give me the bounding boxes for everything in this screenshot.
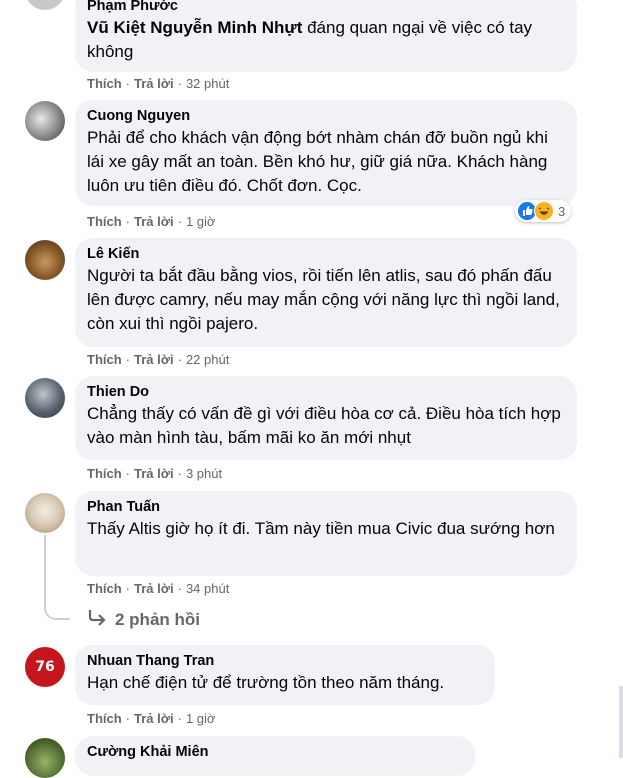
comment-text: Phải để cho khách vận động bớt nhàm chán… xyxy=(87,128,548,195)
reply-link[interactable]: Trả lời xyxy=(134,214,174,229)
reaction-summary[interactable]: 3 xyxy=(515,200,572,222)
comment-author[interactable]: Nhuan Thang Tran xyxy=(87,652,483,671)
comment-author[interactable]: Cuong Nguyen xyxy=(87,107,565,126)
comment-actions: Thích · Trả lời · 1 giờ xyxy=(87,711,216,726)
thread-line xyxy=(44,535,46,607)
avatar[interactable] xyxy=(25,493,65,533)
like-link[interactable]: Thích xyxy=(87,466,122,481)
comment-time[interactable]: 34 phút xyxy=(186,581,229,596)
like-link[interactable]: Thích xyxy=(87,352,122,367)
comment-bubble: Phan Tuấn Thấy Altis giờ họ ít đi. Tầm n… xyxy=(75,491,577,576)
comment-time[interactable]: 1 giờ xyxy=(186,214,216,229)
comment-actions: Thích · Trả lời · 34 phút xyxy=(87,581,230,596)
like-link[interactable]: Thích xyxy=(87,76,122,91)
reply-arrow-icon xyxy=(87,608,109,631)
comment-time[interactable]: 3 phút xyxy=(186,466,222,481)
comment-author[interactable]: Phan Tuấn xyxy=(87,498,565,517)
like-link[interactable]: Thích xyxy=(87,214,122,229)
comment-actions: Thích · Trả lời · 22 phút xyxy=(87,352,230,367)
comment-bubble: Cuong Nguyen Phải để cho khách vận động … xyxy=(75,100,577,206)
comment-text: Vũ Kiệt Nguyễn Minh Nhựt đáng quan ngại … xyxy=(87,16,565,64)
comment-actions: Thích · Trả lời · 32 phút xyxy=(87,76,230,91)
comment-bubble: Cường Khải Miên xyxy=(75,736,475,776)
reply-link[interactable]: Trả lời xyxy=(134,76,174,91)
reply-link[interactable]: Trả lời xyxy=(134,581,174,596)
scrollbar[interactable] xyxy=(619,686,623,758)
comment-text: Thấy Altis giờ họ ít đi. Tầm này tiền mu… xyxy=(87,519,555,538)
thread-connector xyxy=(44,606,70,620)
view-replies-button[interactable]: 2 phản hồi xyxy=(87,608,200,631)
mention-link[interactable]: Vũ Kiệt Nguyễn Minh Nhựt xyxy=(87,18,302,37)
comment-actions: Thích · Trả lời · 3 phút xyxy=(87,466,223,481)
comment-actions: Thích · Trả lời · 1 giờ xyxy=(87,214,216,229)
avatar-jersey-number: 76 xyxy=(35,659,55,675)
comment-author[interactable]: Thien Do xyxy=(87,383,565,402)
reply-link[interactable]: Trả lời xyxy=(134,466,174,481)
comment-bubble: Thien Do Chẳng thấy có vấn đề gì với điề… xyxy=(75,376,577,460)
comment-author[interactable]: Cường Khải Miên xyxy=(87,743,463,762)
comment-bubble: Nhuan Thang Tran Hạn chế điện tử để trườ… xyxy=(75,645,495,705)
avatar[interactable] xyxy=(25,101,65,141)
avatar[interactable] xyxy=(25,240,65,280)
reply-link[interactable]: Trả lời xyxy=(134,352,174,367)
comment-bubble: Phạm Phước Vũ Kiệt Nguyễn Minh Nhựt đáng… xyxy=(75,0,577,72)
reaction-count: 3 xyxy=(558,203,566,219)
avatar[interactable] xyxy=(25,378,65,418)
comment-text: Chẳng thấy có vấn đề gì với điều hòa cơ … xyxy=(87,404,561,447)
comment-time[interactable]: 32 phút xyxy=(186,76,229,91)
like-link[interactable]: Thích xyxy=(87,581,122,596)
comment-author[interactable]: Lê Kiến xyxy=(87,245,565,264)
avatar[interactable] xyxy=(25,738,65,778)
comment-text: Người ta bắt đầu bằng vios, rồi tiến lên… xyxy=(87,266,560,333)
comment-text: Hạn chế điện tử để trường tồn theo năm t… xyxy=(87,673,445,692)
avatar[interactable]: 76 xyxy=(25,647,65,687)
comment-author[interactable]: Phạm Phước xyxy=(87,0,565,16)
comment-time[interactable]: 22 phút xyxy=(186,352,229,367)
avatar[interactable] xyxy=(25,0,65,10)
like-link[interactable]: Thích xyxy=(87,711,122,726)
haha-reaction-icon xyxy=(534,201,554,221)
comment-time[interactable]: 1 giờ xyxy=(186,711,216,726)
reply-link[interactable]: Trả lời xyxy=(134,711,174,726)
replies-count: 2 phản hồi xyxy=(115,609,200,629)
comment-bubble: Lê Kiến Người ta bắt đầu bằng vios, rồi … xyxy=(75,238,577,347)
